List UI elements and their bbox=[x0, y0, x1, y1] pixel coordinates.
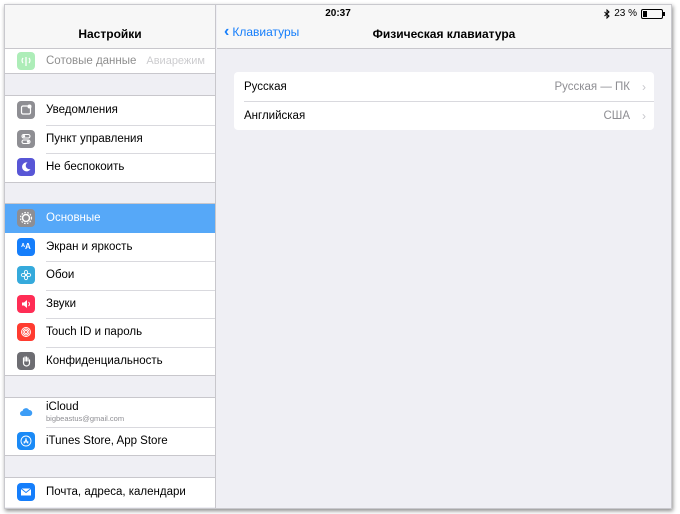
sidebar-item-display[interactable]: ᴬA Экран и яркость bbox=[5, 233, 215, 262]
list-item-label: Английская bbox=[244, 109, 306, 122]
general-group: Основные ᴬA Экран и яркость Обои Звуки T… bbox=[5, 203, 215, 376]
sidebar-item-mail[interactable]: Почта, адреса, календари bbox=[5, 478, 215, 507]
app-store-icon bbox=[17, 431, 35, 450]
sidebar-item-sounds[interactable]: Звуки bbox=[5, 289, 215, 319]
sidebar-item-touch-id[interactable]: Touch ID и пароль bbox=[5, 318, 215, 347]
sidebar-item-wallpaper[interactable]: Обои bbox=[5, 261, 215, 290]
sidebar-item-label: Экран и яркость bbox=[46, 240, 133, 253]
antenna-icon bbox=[17, 52, 35, 70]
sidebar-item-cellular[interactable]: Сотовые данные Авиарежим bbox=[5, 49, 215, 73]
fingerprint-icon bbox=[17, 323, 35, 342]
chevron-right-icon: › bbox=[642, 108, 646, 123]
notifications-group: Уведомления Пункт управления Не беспокои… bbox=[5, 95, 215, 183]
sidebar-item-label: Основные bbox=[46, 212, 101, 225]
sidebar-item-privacy[interactable]: Конфиденциальность bbox=[5, 346, 215, 376]
chevron-right-icon: › bbox=[642, 79, 646, 94]
airplane-mode-label: Авиарежим bbox=[146, 55, 205, 67]
sidebar-navbar: Настройки bbox=[5, 5, 215, 49]
battery-percent: 23 % bbox=[614, 8, 637, 19]
control-center-icon bbox=[17, 129, 35, 148]
sidebar-item-general[interactable]: Основные bbox=[5, 204, 215, 233]
sidebar-item-control-center[interactable]: Пункт управления bbox=[5, 124, 215, 154]
display-brightness-icon: ᴬA bbox=[17, 237, 35, 256]
notifications-icon bbox=[17, 101, 35, 120]
moon-icon bbox=[17, 158, 35, 177]
status-right: 23 % bbox=[604, 8, 665, 19]
mail-icon bbox=[17, 483, 35, 502]
list-item-label: Русская bbox=[244, 80, 287, 93]
sidebar-item-label: Не беспокоить bbox=[46, 161, 125, 174]
sidebar-item-label: Звуки bbox=[46, 297, 77, 310]
sidebar-item-label: Конфиденциальность bbox=[46, 354, 163, 367]
keyboard-list: Русская Русская — ПК › Английская США › bbox=[234, 72, 654, 130]
icloud-icon bbox=[17, 403, 35, 422]
icloud-account-email: bigbeastus@gmail.com bbox=[46, 414, 125, 424]
sidebar-item-label: Touch ID и пароль bbox=[46, 326, 143, 339]
bluetooth-icon bbox=[604, 8, 610, 19]
list-item-value: Русская — ПК bbox=[554, 80, 630, 93]
list-item-english[interactable]: Английская США › bbox=[234, 101, 654, 130]
accounts-group: iCloud bigbeastus@gmail.com iTunes Store… bbox=[5, 397, 215, 456]
sidebar-item-label: Обои bbox=[46, 269, 75, 282]
list-item-russian[interactable]: Русская Русская — ПК › bbox=[234, 72, 654, 101]
sidebar-item-itunes-app-store[interactable]: iTunes Store, App Store bbox=[5, 426, 215, 456]
sidebar-title: Настройки bbox=[78, 27, 142, 41]
battery-icon bbox=[641, 8, 665, 19]
sidebar-item-do-not-disturb[interactable]: Не беспокоить bbox=[5, 153, 215, 182]
sidebar-item-label: Почта, адреса, календари bbox=[46, 486, 186, 499]
sidebar-item-notifications[interactable]: Уведомления bbox=[5, 96, 215, 125]
settings-sidebar: Сотовые данные Авиарежим Уведомления Пун… bbox=[5, 5, 216, 508]
sidebar-item-label: iTunes Store, App Store bbox=[46, 434, 168, 447]
page-title: Физическая клавиатура bbox=[372, 27, 516, 41]
sidebar-item-label: Уведомления bbox=[46, 104, 118, 117]
cellular-group: Сотовые данные Авиарежим bbox=[5, 49, 215, 74]
privacy-hand-icon bbox=[17, 351, 35, 370]
mail-group: Почта, адреса, календари bbox=[5, 477, 215, 507]
wallpaper-icon bbox=[17, 266, 35, 285]
sound-icon bbox=[17, 294, 35, 313]
ipad-screen: Сотовые данные Авиарежим Уведомления Пун… bbox=[4, 4, 672, 509]
sidebar-item-label: Пункт управления bbox=[46, 132, 143, 145]
sidebar-item-icloud[interactable]: iCloud bigbeastus@gmail.com bbox=[5, 398, 215, 427]
sidebar-item-label: iCloud bbox=[46, 401, 79, 414]
sidebar-item-label: Сотовые данные bbox=[46, 55, 137, 67]
detail-pane: ‹ Клавиатуры Физическая клавиатура Русск… bbox=[217, 5, 671, 508]
gear-icon bbox=[17, 209, 35, 228]
list-item-value: США bbox=[603, 109, 630, 122]
